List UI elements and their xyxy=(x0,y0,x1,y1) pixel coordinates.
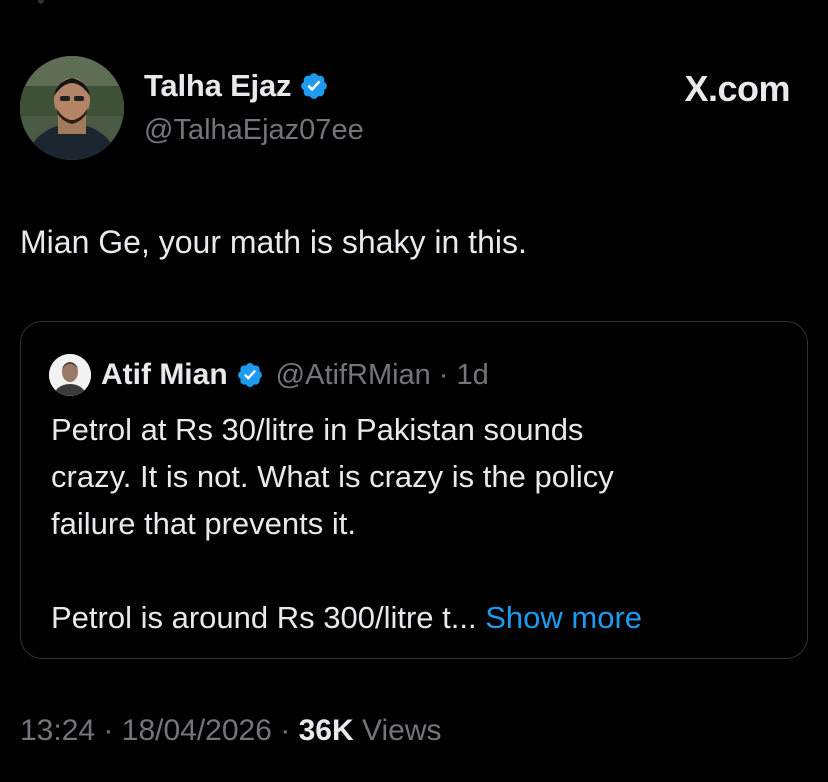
verified-badge-icon xyxy=(299,71,329,101)
tweet-text: Mian Ge, your math is shaky in this. xyxy=(20,224,527,260)
verified-badge-icon xyxy=(236,361,264,389)
quoted-tweet-card[interactable]: Atif Mian @AtifRMian · 1d Petrol at Rs 3… xyxy=(20,321,808,659)
quoted-truncated-text: Petrol is around Rs 300/litre t... xyxy=(51,600,477,635)
meta-separator: · xyxy=(103,714,114,747)
quoted-avatar[interactable] xyxy=(49,354,91,396)
meta-separator: · xyxy=(280,714,291,747)
quoted-separator: · xyxy=(438,358,449,391)
show-more-link[interactable]: Show more xyxy=(485,600,642,635)
views-count[interactable]: 36K xyxy=(299,714,354,747)
tweet-meta: 13:24 · 18/04/2026 · 36K Views xyxy=(20,714,441,748)
quoted-author-name[interactable]: Atif Mian xyxy=(101,358,228,392)
quoted-text: Petrol at Rs 30/litre in Pakistan sounds… xyxy=(51,406,791,641)
author-handle[interactable]: @TalhaEjaz07ee xyxy=(144,114,364,147)
tweet-header: Talha Ejaz @TalhaEjaz07ee X.com xyxy=(20,56,810,160)
avatar[interactable] xyxy=(20,56,124,160)
quoted-timestamp[interactable]: 1d xyxy=(456,359,488,392)
quoted-line: crazy. It is not. What is crazy is the p… xyxy=(51,459,614,494)
tweet-date[interactable]: 18/04/2026 xyxy=(122,714,272,747)
tweet-time[interactable]: 13:24 xyxy=(20,714,95,747)
quoted-line: Petrol at Rs 30/litre in Pakistan sounds xyxy=(51,412,584,447)
author-name-row: Talha Ejaz xyxy=(144,68,329,104)
quoted-line: failure that prevents it. xyxy=(51,506,356,541)
quoted-truncated-line: Petrol is around Rs 300/litre t... Show … xyxy=(51,594,791,641)
views-label: Views xyxy=(362,714,442,747)
quoted-author-handle[interactable]: @AtifRMian xyxy=(276,359,431,392)
quoted-header: Atif Mian @AtifRMian · 1d xyxy=(49,354,489,396)
top-edge-mark xyxy=(38,0,44,4)
site-label: X.com xyxy=(684,68,790,109)
author-name[interactable]: Talha Ejaz xyxy=(144,68,292,104)
